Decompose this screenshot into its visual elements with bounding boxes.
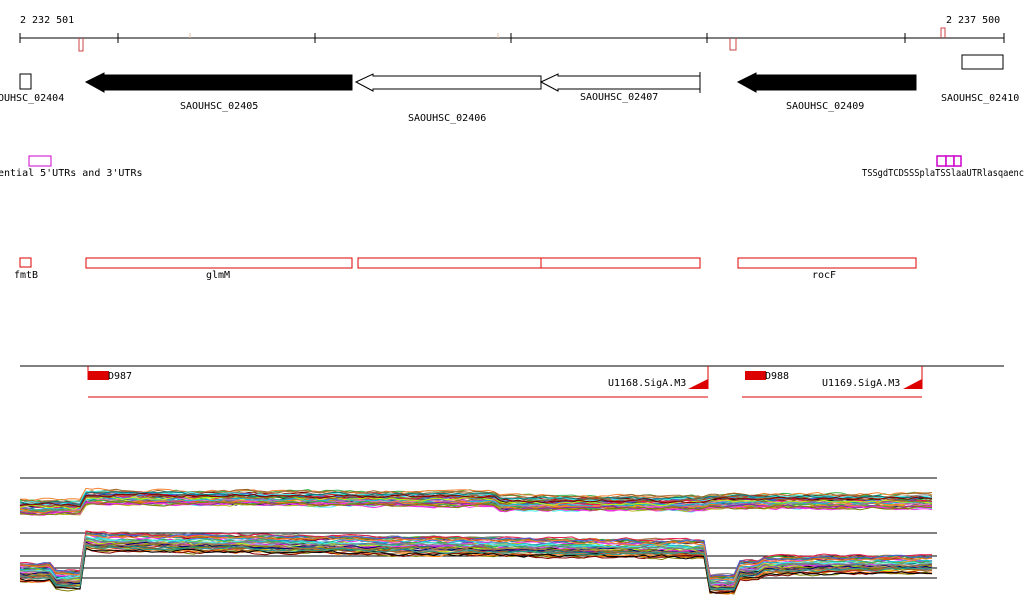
sig-label-U1168: U1168.SigA.M3 xyxy=(608,378,686,389)
annotation-label-fmtB: fmtB xyxy=(14,270,38,281)
tss-D987-marker[interactable] xyxy=(88,371,109,380)
gene-SAOUHSC_02406[interactable] xyxy=(354,73,542,92)
gene-SAOUHSC_02405[interactable] xyxy=(84,72,353,93)
gene-label-SAOUHSC_02410: SAOUHSC_02410 xyxy=(941,93,1019,104)
gene-label-SAOUHSC_02405: SAOUHSC_02405 xyxy=(180,101,258,112)
utr-feature[interactable] xyxy=(28,155,52,167)
gene-label-SAOUHSC_02409: SAOUHSC_02409 xyxy=(786,101,864,112)
terminator-marker[interactable] xyxy=(688,379,708,389)
tss-label-D987: D987 xyxy=(108,371,132,382)
ruler-end-label: 2 237 500 xyxy=(946,15,1000,26)
genome-browser-canvas: 2 232 501 2 237 500 OUHSC_02404 SAOUHSC_… xyxy=(0,15,1024,595)
utr-overlap-label: TSSgdTCDSSSplaTSSlaaUTRlasqaenc xyxy=(862,168,1024,179)
utr-feature[interactable] xyxy=(936,155,947,167)
gene-label-SAOUHSC_02404: OUHSC_02404 xyxy=(0,93,64,104)
terminator-marker[interactable] xyxy=(903,379,922,389)
gene-label-SAOUHSC_02407: SAOUHSC_02407 xyxy=(580,92,658,103)
expression-lines-lower xyxy=(19,530,933,595)
annotation-track: fmtB glmM rocF xyxy=(14,257,917,281)
annotation-glmM[interactable] xyxy=(85,257,353,269)
utr-feature[interactable] xyxy=(953,155,962,167)
operon-track: D987 U1168.SigA.M3 D988 U1169.SigA.M3 xyxy=(20,365,1004,398)
annotation-gene[interactable] xyxy=(357,257,542,269)
ruler-marker xyxy=(729,38,737,51)
ruler-marker xyxy=(78,38,84,52)
expression-profile-upper xyxy=(19,477,937,516)
annotation-rocF[interactable] xyxy=(737,257,917,269)
gene-SAOUHSC_02409[interactable] xyxy=(736,72,917,93)
ruler-marker xyxy=(940,27,946,38)
annotation-gene[interactable] xyxy=(540,257,701,269)
annotation-label-glmM: glmM xyxy=(206,270,230,281)
expression-lines-upper xyxy=(19,487,933,516)
gene-label-SAOUHSC_02406: SAOUHSC_02406 xyxy=(408,113,486,124)
gene-SAOUHSC_02407[interactable] xyxy=(539,73,701,92)
utr-track: ential 5'UTRs and 3'UTRs TSSgdTCDSSSplaT… xyxy=(0,155,1024,179)
gene-track: OUHSC_02404 SAOUHSC_02405 SAOUHSC_02406 … xyxy=(0,54,1019,124)
utr-feature[interactable] xyxy=(945,155,955,167)
gene-SAOUHSC_02404[interactable] xyxy=(19,73,32,90)
utr-track-label: ential 5'UTRs and 3'UTRs xyxy=(0,168,143,179)
coordinate-ruler: 2 232 501 2 237 500 xyxy=(19,15,1005,52)
expression-profile-lower xyxy=(19,530,937,595)
annotation-fmtB[interactable] xyxy=(19,257,32,268)
tss-D988-marker[interactable] xyxy=(745,371,766,380)
sig-label-U1169: U1169.SigA.M3 xyxy=(822,378,900,389)
tss-label-D988: D988 xyxy=(765,371,789,382)
ruler-start-label: 2 232 501 xyxy=(20,15,74,26)
gene-SAOUHSC_02410[interactable] xyxy=(961,54,1004,70)
annotation-label-rocF: rocF xyxy=(812,270,836,281)
